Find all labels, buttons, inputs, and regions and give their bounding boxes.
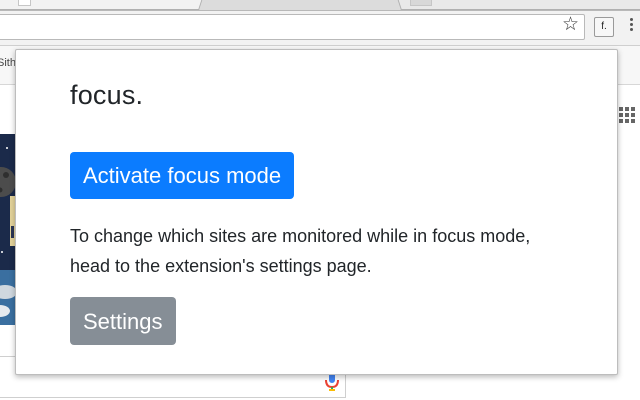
settings-button[interactable]: Settings	[70, 297, 176, 345]
screen: ☆ f. Sith focus. Activate focus mode To …	[0, 0, 640, 400]
activate-focus-mode-button[interactable]: Activate focus mode	[70, 152, 295, 199]
popup-description: To change which sites are monitored whil…	[70, 226, 531, 276]
menu-icon[interactable]	[630, 18, 634, 33]
doodle-image[interactable]	[0, 134, 15, 325]
tab-favicon-icon	[410, 0, 432, 6]
extension-popup: focus. Activate focus mode To change whi…	[15, 49, 618, 375]
tab-favicon-icon	[18, 0, 31, 6]
browser-toolbar	[0, 11, 640, 46]
bookmark-item[interactable]: Sith	[0, 57, 16, 69]
popup-title: focus.	[70, 80, 144, 110]
tab-strip	[0, 0, 640, 11]
extension-icon-label: f.	[601, 21, 607, 32]
focus-extension-icon[interactable]: f.	[594, 17, 614, 37]
apps-icon[interactable]	[619, 107, 635, 123]
address-bar[interactable]	[0, 14, 585, 40]
star-icon[interactable]: ☆	[562, 15, 579, 35]
